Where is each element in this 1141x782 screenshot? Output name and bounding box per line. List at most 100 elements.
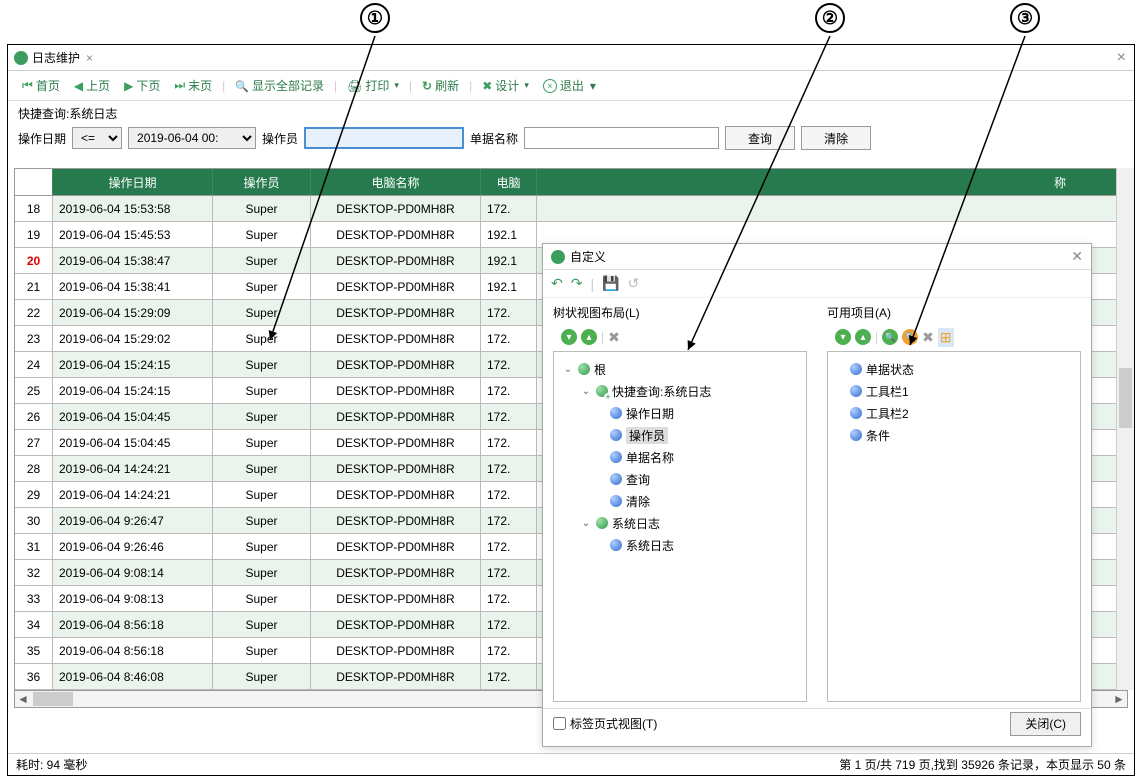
header-operator[interactable]: 操作员: [213, 169, 311, 195]
cell-operator: Super: [213, 300, 311, 325]
collapse-icon[interactable]: ▴: [855, 329, 871, 345]
cell-pc: DESKTOP-PD0MH8R: [311, 638, 481, 663]
grid-header: 操作日期 操作员 电脑名称 电脑 称: [14, 168, 1128, 196]
tree-syslog[interactable]: ⌄系统日志: [558, 512, 802, 534]
tree-syslog-child[interactable]: 系统日志: [558, 534, 802, 556]
print-icon: [347, 79, 362, 93]
header-date[interactable]: 操作日期: [53, 169, 213, 195]
tree-root[interactable]: ⌄根: [558, 358, 802, 380]
prev-page-button[interactable]: 上页: [68, 75, 116, 96]
add-orange-icon[interactable]: 🔍: [902, 329, 918, 345]
cell-operator: Super: [213, 248, 311, 273]
node-icon: [610, 429, 622, 441]
header-ip[interactable]: 电脑: [481, 169, 537, 195]
header-pc[interactable]: 电脑名称: [311, 169, 481, 195]
cell-pc: DESKTOP-PD0MH8R: [311, 534, 481, 559]
doc-name-label: 单据名称: [470, 130, 518, 147]
cell-pc: DESKTOP-PD0MH8R: [311, 326, 481, 351]
cell-date: 2019-06-04 15:45:53: [53, 222, 213, 247]
node-icon: [850, 363, 862, 375]
next-icon: [124, 79, 133, 93]
row-number: 33: [15, 586, 53, 611]
refresh-button[interactable]: 刷新: [416, 75, 465, 96]
redo-icon[interactable]: ↷: [571, 275, 583, 292]
scroll-thumb[interactable]: [33, 692, 73, 706]
popup-toolbar: ↶ ↷ | 💾 ↺: [543, 270, 1091, 298]
left-tree[interactable]: ⌄根 ⌄快捷查询:系统日志 操作日期 操作员 单据名称 查询 清除 ⌄系统日志 …: [553, 351, 807, 702]
cell-pc: DESKTOP-PD0MH8R: [311, 248, 481, 273]
design-button[interactable]: 设计: [476, 75, 535, 96]
header-rownum: [15, 169, 53, 195]
prev-icon: [74, 79, 83, 93]
node-icon: [610, 451, 622, 463]
scroll-left-icon[interactable]: ◄: [15, 692, 31, 706]
node-icon: [850, 407, 862, 419]
vertical-scrollbar[interactable]: [1116, 168, 1134, 690]
item-condition[interactable]: 条件: [832, 424, 1076, 446]
cell-operator: Super: [213, 586, 311, 611]
tree-quick-query[interactable]: ⌄快捷查询:系统日志: [558, 380, 802, 402]
cell-ip: 172.: [481, 586, 537, 611]
tree-query[interactable]: 查询: [558, 468, 802, 490]
table-row[interactable]: 182019-06-04 15:53:58SuperDESKTOP-PD0MH8…: [15, 196, 1127, 222]
show-all-button[interactable]: 显示全部记录: [229, 75, 330, 96]
popup-header: 自定义 ✕: [543, 244, 1091, 270]
exit-button[interactable]: ×退出▾: [537, 75, 602, 96]
expand-icon[interactable]: ▾: [561, 329, 577, 345]
save-icon[interactable]: 💾: [602, 275, 619, 292]
tab-view-checkbox[interactable]: 标签页式视图(T): [553, 715, 657, 732]
query-button[interactable]: 查询: [725, 126, 795, 150]
item-toolbar1[interactable]: 工具栏1: [832, 380, 1076, 402]
cell-date: 2019-06-04 15:29:02: [53, 326, 213, 351]
popup-close-icon[interactable]: ✕: [1071, 248, 1083, 265]
scroll-right-icon[interactable]: ►: [1111, 692, 1127, 706]
cell-pc: DESKTOP-PD0MH8R: [311, 482, 481, 507]
cell-pc: DESKTOP-PD0MH8R: [311, 664, 481, 689]
comparator-select[interactable]: <=: [72, 127, 122, 149]
cell-pc: DESKTOP-PD0MH8R: [311, 300, 481, 325]
callout-1: ①: [360, 3, 390, 33]
cell-operator: Super: [213, 560, 311, 585]
popup-close-button[interactable]: 关闭(C): [1010, 712, 1081, 736]
clear-button[interactable]: 清除: [801, 126, 871, 150]
right-tree[interactable]: 单据状态 工具栏1 工具栏2 条件: [827, 351, 1081, 702]
delete-icon[interactable]: ✖: [922, 329, 934, 346]
next-page-button[interactable]: 下页: [118, 75, 166, 96]
header-rest[interactable]: 称: [537, 169, 1127, 195]
print-button[interactable]: 打印: [341, 75, 405, 96]
cell-pc: DESKTOP-PD0MH8R: [311, 404, 481, 429]
cell-date: 2019-06-04 15:04:45: [53, 404, 213, 429]
tab-view-check-input[interactable]: [553, 717, 566, 730]
cell-date: 2019-06-04 8:56:18: [53, 612, 213, 637]
vscroll-thumb[interactable]: [1119, 368, 1132, 428]
row-number: 34: [15, 612, 53, 637]
row-number: 32: [15, 560, 53, 585]
tree-op-date[interactable]: 操作日期: [558, 402, 802, 424]
first-icon: [22, 78, 33, 93]
cell-pc: DESKTOP-PD0MH8R: [311, 508, 481, 533]
tree-doc-name[interactable]: 单据名称: [558, 446, 802, 468]
cell-ip: 172.: [481, 378, 537, 403]
item-toolbar2[interactable]: 工具栏2: [832, 402, 1076, 424]
tree-view-icon[interactable]: ⊞: [938, 328, 954, 347]
cell-pc: DESKTOP-PD0MH8R: [311, 352, 481, 377]
add-green-icon[interactable]: 🔍: [882, 329, 898, 345]
undo-icon[interactable]: ↶: [551, 275, 563, 292]
doc-name-input[interactable]: [524, 127, 719, 149]
operator-input[interactable]: [304, 127, 464, 149]
left-panel-title: 树状视图布局(L): [553, 304, 807, 321]
cell-ip: 192.1: [481, 222, 537, 247]
delete-icon[interactable]: ✖: [608, 329, 620, 346]
first-page-button[interactable]: 首页: [16, 75, 66, 96]
expand-icon[interactable]: ▾: [835, 329, 851, 345]
item-doc-status[interactable]: 单据状态: [832, 358, 1076, 380]
revert-icon[interactable]: ↺: [628, 275, 640, 292]
cell-date: 2019-06-04 14:24:21: [53, 482, 213, 507]
last-page-button[interactable]: 末页: [168, 75, 218, 96]
tree-operator[interactable]: 操作员: [558, 424, 802, 446]
collapse-icon[interactable]: ▴: [581, 329, 597, 345]
cell-date: 2019-06-04 9:26:47: [53, 508, 213, 533]
cell-pc: DESKTOP-PD0MH8R: [311, 378, 481, 403]
tree-clear[interactable]: 清除: [558, 490, 802, 512]
date-select[interactable]: 2019-06-04 00:: [128, 127, 256, 149]
